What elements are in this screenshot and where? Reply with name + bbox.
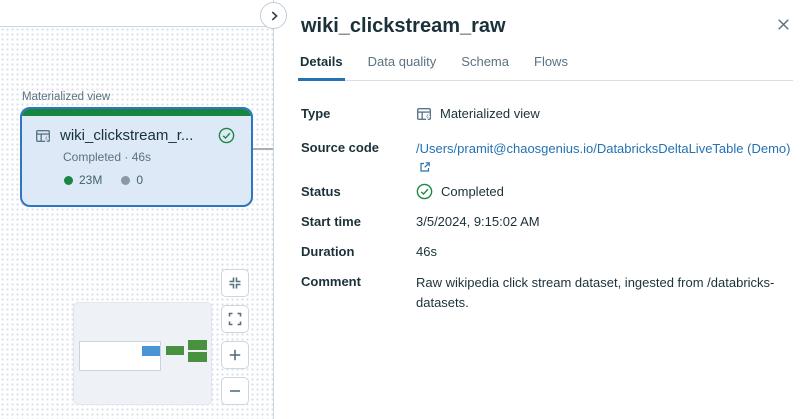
field-source-code: Source code /Users/pramit@chaosgenius.io…	[301, 139, 793, 176]
field-label: Comment	[301, 274, 361, 289]
fullscreen-icon	[227, 311, 243, 327]
green-dot-icon	[64, 175, 73, 185]
tab-bar: Details Data quality Schema Flows	[298, 54, 793, 81]
field-value: 3/5/2024, 9:15:02 AM	[416, 214, 540, 229]
field-label: Status	[301, 184, 341, 199]
minimap[interactable]	[73, 302, 212, 405]
minimap-node	[188, 352, 207, 362]
dropped-rows-badge: 0	[121, 173, 143, 187]
node-edge-connector	[253, 148, 273, 150]
field-comment: Comment Raw wikipedia click stream datas…	[301, 273, 793, 313]
minimap-node	[166, 346, 184, 355]
source-code-link[interactable]: /Users/pramit@chaosgenius.io/DatabricksD…	[416, 141, 790, 156]
minimap-node-selected	[142, 346, 160, 356]
minimap-node	[188, 340, 207, 350]
tab-flows[interactable]: Flows	[532, 54, 570, 81]
zoom-in-button[interactable]	[221, 341, 249, 369]
gray-dot-icon	[121, 175, 131, 185]
node-title: wiki_clickstream_r...	[60, 127, 194, 144]
chevron-right-icon	[267, 9, 281, 23]
field-duration: Duration 46s	[301, 243, 793, 260]
close-button[interactable]	[775, 15, 793, 33]
zoom-in-icon	[227, 347, 243, 363]
node-status-bar	[22, 109, 251, 116]
written-rows-badge: 23M	[64, 173, 102, 187]
check-circle-icon	[218, 127, 235, 144]
field-start-time: Start time 3/5/2024, 9:15:02 AM	[301, 213, 793, 230]
field-value: Materialized view	[440, 106, 540, 121]
tab-data-quality[interactable]: Data quality	[366, 54, 439, 81]
tab-details[interactable]: Details	[298, 54, 345, 81]
field-value: Raw wikipedia click stream dataset, inge…	[416, 275, 775, 310]
field-type: Type Materialized view	[301, 105, 793, 122]
node-card-wiki-clickstream-raw[interactable]: wiki_clickstream_r... Completed · 46s 23…	[20, 107, 253, 207]
tab-schema[interactable]: Schema	[459, 54, 511, 81]
field-value: 46s	[416, 244, 437, 259]
details-panel: wiki_clickstream_raw Details Data qualit…	[274, 0, 812, 419]
external-link-icon	[419, 161, 431, 173]
field-label: Start time	[301, 214, 361, 229]
details-fields: Type Materialized view Source code /User…	[301, 105, 793, 313]
dag-canvas[interactable]: Materialized view wiki_clickstream_r... …	[0, 0, 287, 419]
check-circle-icon	[416, 183, 433, 200]
zoom-out-icon	[227, 383, 243, 399]
field-label: Source code	[301, 140, 380, 155]
compress-icon	[227, 275, 243, 291]
page-title: wiki_clickstream_raw	[301, 15, 506, 37]
collapse-panel-button[interactable]	[260, 2, 287, 29]
status-badge: Completed	[441, 184, 504, 199]
close-icon	[775, 16, 793, 33]
field-label: Duration	[301, 244, 355, 259]
fit-to-screen-button[interactable]	[221, 269, 249, 297]
field-status: Status Completed	[301, 183, 793, 200]
zoom-out-button[interactable]	[221, 377, 249, 405]
node-type-label: Materialized view	[22, 91, 111, 103]
canvas-controls	[221, 269, 249, 405]
fullscreen-button[interactable]	[221, 305, 249, 333]
materialized-view-icon	[416, 106, 432, 122]
node-status-text: Completed · 46s	[63, 150, 152, 164]
field-label: Type	[301, 106, 331, 121]
materialized-view-icon	[35, 128, 51, 144]
